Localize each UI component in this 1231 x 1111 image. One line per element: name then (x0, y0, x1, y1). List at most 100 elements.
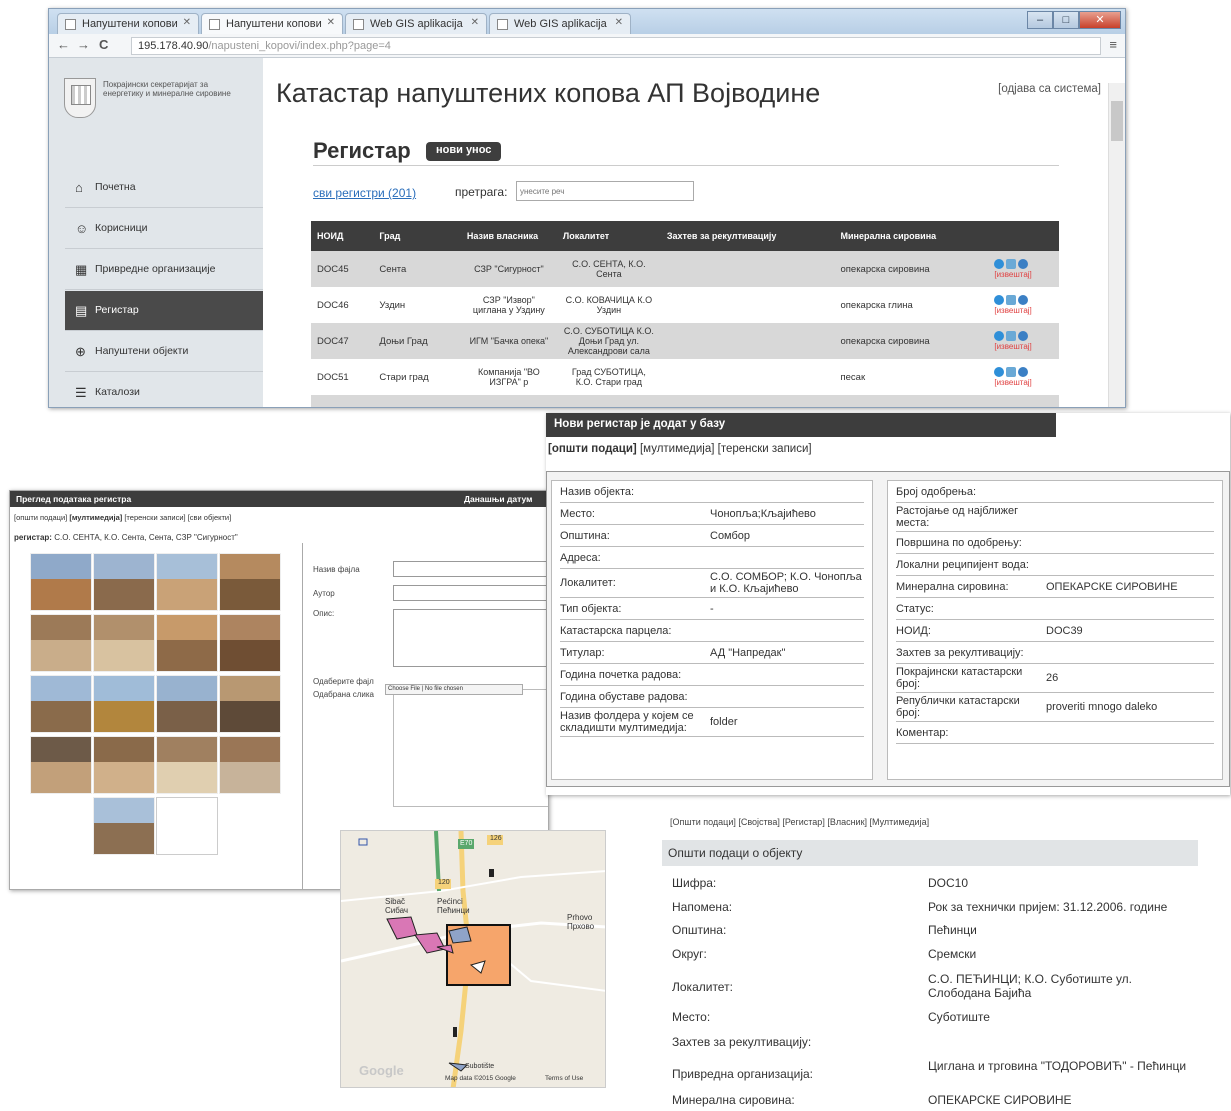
tab-all-objects[interactable]: [сви објекти] (188, 513, 231, 522)
menu-icon[interactable]: ≡ (1109, 37, 1117, 52)
browser-tab-3[interactable]: Web GIS aplikacija ✕ (345, 13, 487, 34)
photo-thumbnail[interactable] (219, 675, 281, 733)
column-header[interactable] (988, 221, 1059, 251)
photo-thumbnail[interactable] (219, 736, 281, 794)
report-link[interactable]: [извештај] (994, 270, 1053, 279)
column-header[interactable]: Захтев за рекултивацију (660, 221, 835, 251)
file-input[interactable]: Choose File | No file chosen (385, 684, 523, 695)
close-tab-icon[interactable]: ✕ (183, 17, 191, 28)
photo-thumbnail[interactable] (30, 675, 92, 733)
column-header[interactable]: Минерална сировина (834, 221, 989, 251)
photo-thumbnail[interactable] (156, 553, 218, 611)
photo-thumbnail[interactable] (93, 553, 155, 611)
info-icon[interactable] (994, 331, 1005, 342)
report-link[interactable]: [извештај] (994, 306, 1053, 315)
tab-field-records[interactable]: [теренски записи] (124, 513, 185, 522)
detail-column-left: Назив објекта: Место: Чонопља;Кљајићево Опш… (551, 480, 873, 780)
edit-icon[interactable] (1006, 259, 1017, 270)
photo-thumbnail[interactable] (156, 614, 218, 672)
object-tabs[interactable]: [Општи подаци] [Својства] [Регистар] [Вл… (670, 817, 929, 827)
field-label: Локалитет: (672, 980, 733, 994)
scrollbar-thumb[interactable] (1111, 101, 1123, 141)
back-arrow-icon[interactable]: ← (57, 37, 70, 52)
field-label: Привредна организација: (672, 1067, 813, 1081)
broken-image-thumbnail[interactable] (156, 797, 218, 855)
sidebar-item-4[interactable]: ⊕ Напуштени објекти (65, 332, 263, 372)
delete-icon[interactable] (1018, 367, 1029, 378)
table-row[interactable]: DOC55Јабука (311, 395, 1059, 407)
minimize-button[interactable]: – (1027, 11, 1053, 29)
photo-thumbnail[interactable] (156, 736, 218, 794)
photo-thumbnail[interactable] (93, 675, 155, 733)
photo-thumbnail[interactable] (30, 614, 92, 672)
photo-thumbnail[interactable] (93, 614, 155, 672)
description-textarea[interactable] (393, 609, 548, 667)
info-icon[interactable] (994, 259, 1005, 270)
forward-arrow-icon[interactable]: → (77, 37, 90, 52)
photo-thumbnail[interactable] (93, 797, 155, 855)
edit-icon[interactable] (1006, 331, 1017, 342)
close-tab-icon[interactable]: ✕ (615, 17, 623, 28)
tab-general[interactable]: [општи подаци] (14, 513, 67, 522)
photo-thumbnail[interactable] (93, 736, 155, 794)
detail-row: Број одобрења: (896, 481, 1214, 503)
field-label: Коментар: (896, 726, 949, 739)
choose-file-button[interactable]: Choose File (388, 686, 420, 692)
search-input[interactable] (516, 181, 694, 201)
info-icon[interactable] (994, 295, 1005, 306)
browser-tab-2[interactable]: Напуштени копови ✕ (201, 13, 343, 34)
column-header[interactable]: НОИД (311, 221, 374, 251)
sidebar-item-1[interactable]: ☺ Корисници (65, 209, 263, 249)
road-label: E70 (460, 840, 473, 847)
location-map[interactable]: Sibač Сибач Pećinci Пећинци Prhovo Прхов… (340, 830, 606, 1088)
browser-tab-4[interactable]: Web GIS aplikacija ✕ (489, 13, 631, 34)
photo-thumbnail[interactable] (156, 675, 218, 733)
sidebar-item-0[interactable]: ⌂ Почетна (65, 168, 263, 208)
reload-icon[interactable]: C (99, 37, 108, 52)
delete-icon[interactable] (1018, 259, 1029, 270)
logout-link[interactable]: [одјава са система] (998, 83, 1101, 95)
edit-icon[interactable] (1006, 295, 1017, 306)
close-window-button[interactable]: ✕ (1079, 11, 1121, 29)
table-row[interactable]: DOC45 Сента СЗР "Сигурност" С.О. СЕНТА, К.О… (311, 251, 1059, 287)
photo-thumbnail[interactable] (30, 736, 92, 794)
column-header[interactable]: Локалитет (556, 221, 661, 251)
browser-tab-1[interactable]: Напуштени копови ✕ (57, 13, 199, 34)
report-link[interactable]: [извештај] (994, 378, 1053, 387)
table-row[interactable]: DOC46 Уздин СЗР "Извор" циглана у Уздину С.… (311, 287, 1059, 323)
delete-icon[interactable] (1018, 331, 1029, 342)
sidebar-item-2[interactable]: ▦ Привредне организације (65, 250, 263, 290)
field-value: Сремски (928, 947, 977, 961)
photo-thumbnail[interactable] (219, 553, 281, 611)
photo-thumbnail[interactable] (30, 553, 92, 611)
search-label: претрага: (455, 185, 508, 199)
address-bar: ← → C 195.178.40.90/napusteni_kopovi/ind… (49, 34, 1125, 58)
table-row[interactable]: DOC47 Доњи Град ИГМ "Бачка опека" С.О. СУБО… (311, 323, 1059, 359)
scrollbar[interactable] (1108, 83, 1125, 407)
info-icon[interactable] (994, 367, 1005, 378)
new-entry-button[interactable]: нови унос (426, 142, 502, 161)
maximize-button[interactable]: □ (1053, 11, 1079, 29)
report-link[interactable]: [извештај] (994, 342, 1053, 351)
file-name-input[interactable] (393, 561, 548, 577)
edit-icon[interactable] (1006, 367, 1017, 378)
all-registers-link[interactable]: сви регистри (201) (313, 186, 416, 200)
map-terms-link[interactable]: Terms of Use (545, 1075, 583, 1082)
url-input[interactable]: 195.178.40.90/napusteni_kopovi/index.php… (131, 37, 1101, 55)
tab-multimedia[interactable]: [мултимедија] (69, 513, 122, 522)
photo-thumbnail[interactable] (219, 614, 281, 672)
table-row[interactable]: DOC51 Стари град Компанија "ВО ИЗГРА" р Гра… (311, 359, 1059, 395)
delete-icon[interactable] (1018, 295, 1029, 306)
column-header[interactable]: Град (373, 221, 461, 251)
sidebar-item-label: Почетна (95, 181, 136, 193)
sidebar-item-3[interactable]: ▤ Регистар (65, 291, 263, 331)
tab-multimedia[interactable]: [мултимедија] (640, 443, 714, 455)
field-value: ОПЕКАРСКЕ СИРОВИНЕ (1046, 580, 1178, 593)
column-header[interactable]: Назив власника (460, 221, 557, 251)
tab-general[interactable]: [општи подаци] (548, 443, 637, 455)
sidebar-item-5[interactable]: ☰ Каталози (65, 373, 263, 407)
close-tab-icon[interactable]: ✕ (327, 17, 335, 28)
author-input[interactable] (393, 585, 548, 601)
tab-field-records[interactable]: [теренски записи] (718, 443, 812, 455)
close-tab-icon[interactable]: ✕ (471, 17, 479, 28)
